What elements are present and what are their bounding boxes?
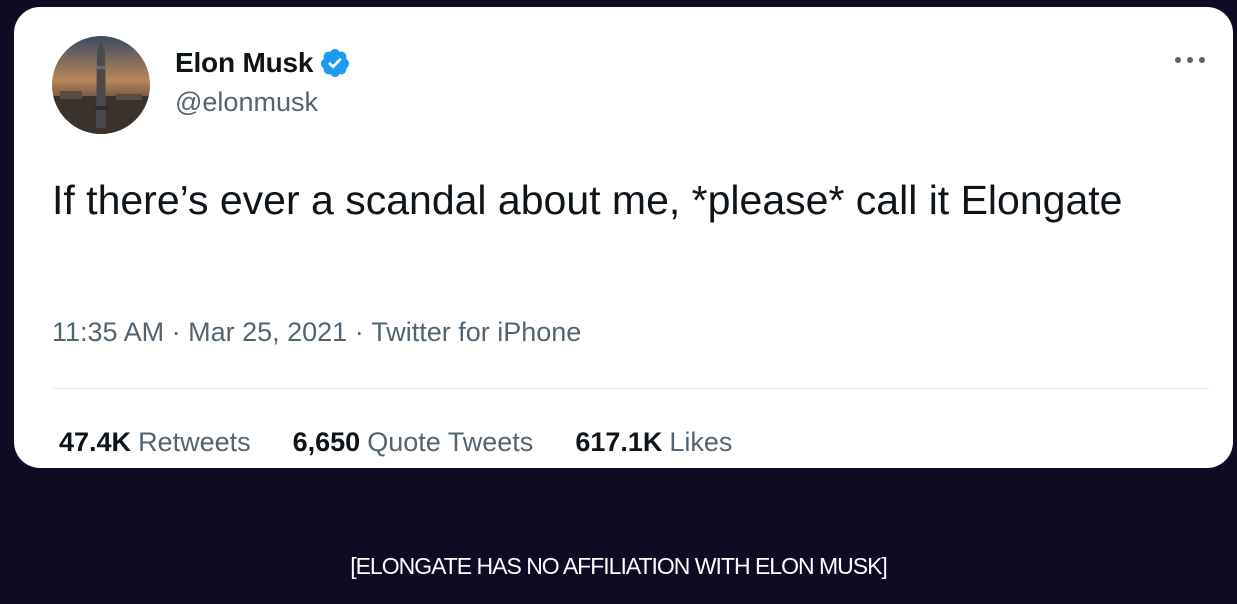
retweets-stat[interactable]: 47.4K Retweets [59,427,251,458]
page: Elon Musk @elonmusk If there’s ever a sc… [0,0,1237,604]
quote-tweets-count: 6,650 [292,427,361,457]
tweet-meta: 11:35 AM · Mar 25, 2021 · Twitter for iP… [52,317,581,348]
retweets-label: Retweets [138,427,251,457]
meta-separator: · [347,317,372,347]
author-name-row[interactable]: Elon Musk [175,45,351,81]
likes-label: Likes [669,427,733,457]
likes-stat[interactable]: 617.1K Likes [575,427,732,458]
quote-tweets-label: Quote Tweets [367,427,534,457]
divider [52,388,1209,389]
author-handle[interactable]: @elonmusk [175,87,318,118]
tweet-time[interactable]: 11:35 AM [52,317,164,348]
verified-badge-icon [321,49,350,77]
quote-tweets-stat[interactable]: 6,650 Quote Tweets [293,427,534,458]
more-options-button[interactable] [1171,47,1209,73]
avatar[interactable] [52,36,150,134]
tweet-date[interactable]: Mar 25, 2021 [188,317,347,348]
tweet-stats: 47.4K Retweets 6,650 Quote Tweets 617.1K… [59,427,732,458]
starship-avatar-icon [52,36,150,134]
tweet-source[interactable]: Twitter for iPhone [371,317,581,348]
meta-separator: · [164,317,189,347]
tweet-text: If there’s ever a scandal about me, *ple… [52,177,1123,223]
retweets-count: 47.4K [59,427,132,457]
likes-count: 617.1K [575,427,663,457]
ellipsis-icon [1175,57,1205,63]
tweet-card[interactable]: Elon Musk @elonmusk If there’s ever a sc… [14,7,1233,468]
author-display-name[interactable]: Elon Musk [175,47,313,79]
disclaimer-text: [ELONGATE HAS NO AFFILIATION WITH ELON M… [350,553,888,579]
